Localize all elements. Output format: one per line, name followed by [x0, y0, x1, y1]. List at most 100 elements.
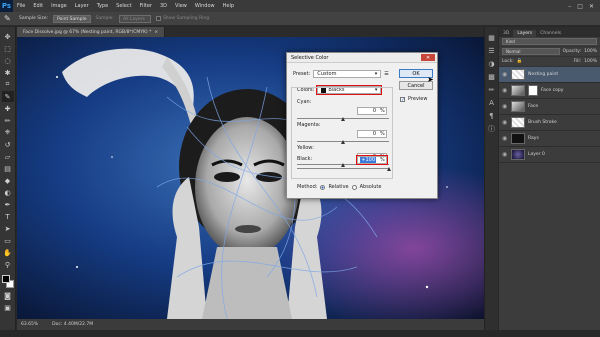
- fill-label: Fill:: [573, 59, 582, 64]
- layer-thumbnail: [511, 69, 525, 80]
- layer-row[interactable]: ◉ Rays: [499, 131, 600, 147]
- tab-layers[interactable]: Layers: [513, 30, 537, 37]
- document-tab[interactable]: Face Dissolve.jpg @ 67% (Nesting paint, …: [17, 27, 166, 37]
- eye-icon[interactable]: ◉: [502, 87, 508, 94]
- layer-kind-filter[interactable]: Kind: [502, 38, 597, 45]
- eye-icon[interactable]: ◉: [502, 151, 508, 158]
- blur-tool-icon[interactable]: ◆: [2, 175, 14, 186]
- history-panel-icon[interactable]: ▦: [487, 33, 497, 43]
- properties-panel-icon[interactable]: ☰: [487, 46, 497, 56]
- screen-mode-icon[interactable]: ▣: [2, 302, 14, 313]
- adjustments-panel-icon[interactable]: ◑: [487, 59, 497, 69]
- quick-select-tool-icon[interactable]: ✱: [2, 67, 14, 78]
- cyan-slider-handle[interactable]: [341, 117, 345, 121]
- quick-mask-icon[interactable]: ◙: [2, 290, 14, 301]
- tab-channels[interactable]: Channels: [536, 30, 565, 37]
- dialog-title: Selective Color: [291, 54, 329, 61]
- crop-tool-icon[interactable]: ⌗: [2, 79, 14, 90]
- character-panel-icon[interactable]: A: [487, 98, 497, 108]
- status-bar: 63.65% Doc: 4.40M/22.7M: [17, 319, 484, 330]
- clone-stamp-tool-icon[interactable]: ⎈: [2, 127, 14, 138]
- relative-radio[interactable]: [320, 184, 326, 190]
- dodge-tool-icon[interactable]: ◐: [2, 187, 14, 198]
- eye-icon[interactable]: ◉: [502, 135, 508, 142]
- healing-brush-tool-icon[interactable]: ✚: [2, 103, 14, 114]
- menu-layer[interactable]: Layer: [71, 3, 93, 9]
- menu-help[interactable]: Help: [219, 3, 238, 9]
- magenta-slider-handle[interactable]: [341, 140, 345, 144]
- type-tool-icon[interactable]: T: [2, 211, 14, 222]
- menu-image[interactable]: Image: [47, 3, 71, 9]
- zoom-tool-icon[interactable]: ⚲: [2, 259, 14, 270]
- pen-tool-icon[interactable]: ✒: [2, 199, 14, 210]
- color-swatches[interactable]: [1, 275, 14, 289]
- swatches-panel-icon[interactable]: ▩: [487, 72, 497, 82]
- document-info[interactable]: Doc: 4.40M/22.7M: [52, 322, 93, 327]
- preset-select[interactable]: Custom ▾: [313, 70, 382, 78]
- preview-checkbox[interactable]: ✓: [400, 96, 405, 102]
- lock-label: Lock:: [502, 59, 514, 64]
- layer-thumbnail: [511, 117, 525, 128]
- yellow-slider-handle[interactable]: [341, 163, 345, 167]
- brush-panel-icon[interactable]: ✏: [487, 85, 497, 95]
- document-title: Face Dissolve.jpg @ 67% (Nesting paint, …: [23, 29, 152, 35]
- layer-row[interactable]: ◉ Nesting paint: [499, 67, 600, 83]
- menu-select[interactable]: Select: [112, 3, 135, 9]
- eyedropper-icon[interactable]: ✎: [4, 14, 14, 24]
- eye-icon[interactable]: ◉: [502, 71, 508, 78]
- layer-row[interactable]: ◉ Brush Stroke: [499, 115, 600, 131]
- eye-icon[interactable]: ◉: [502, 119, 508, 126]
- eye-icon[interactable]: ◉: [502, 103, 508, 110]
- menu-3d[interactable]: 3D: [156, 3, 171, 9]
- fill-value[interactable]: 100%: [584, 59, 597, 64]
- gradient-tool-icon[interactable]: ▤: [2, 163, 14, 174]
- opacity-label: Opacity:: [562, 49, 582, 54]
- document-close-button[interactable]: ×: [154, 30, 158, 35]
- black-value: +100: [360, 157, 376, 163]
- layer-row[interactable]: ◉ Face: [499, 99, 600, 115]
- menu-window[interactable]: Window: [191, 3, 219, 9]
- menu-filter[interactable]: Filter: [136, 3, 156, 9]
- menu-file[interactable]: File: [13, 3, 29, 9]
- preset-row: Preset: Custom ▾ ☰: [293, 70, 389, 78]
- selective-color-dialog: Selective Color ✕ Preset: Custom ▾ ☰ Col…: [286, 52, 438, 199]
- black-slider-track[interactable]: [297, 168, 389, 169]
- minimize-button[interactable]: –: [568, 3, 571, 10]
- shape-tool-icon[interactable]: ▭: [2, 235, 14, 246]
- close-app-button[interactable]: ✕: [589, 3, 594, 10]
- menu-edit[interactable]: Edit: [29, 3, 47, 9]
- eraser-tool-icon[interactable]: ▱: [2, 151, 14, 162]
- paragraph-panel-icon[interactable]: ¶: [487, 111, 497, 121]
- preset-options-icon[interactable]: ☰: [384, 71, 388, 77]
- foreground-color[interactable]: [1, 275, 10, 283]
- hand-tool-icon[interactable]: ✋: [2, 247, 14, 258]
- info-panel-icon[interactable]: ⓘ: [487, 124, 497, 134]
- mouse-cursor-icon: ➤: [427, 75, 434, 84]
- sample-size-select[interactable]: Point Sample: [53, 14, 91, 23]
- lasso-tool-icon[interactable]: ◌: [2, 55, 14, 66]
- history-brush-tool-icon[interactable]: ↺: [2, 139, 14, 150]
- dialog-close-button[interactable]: ✕: [421, 54, 435, 61]
- menu-view[interactable]: View: [171, 3, 191, 9]
- absolute-label: Absolute: [359, 184, 382, 190]
- brush-tool-icon[interactable]: ✏: [2, 115, 14, 126]
- menu-type[interactable]: Type: [93, 3, 112, 9]
- show-sampling-ring-checkbox[interactable]: Show Sampling Ring: [155, 16, 209, 21]
- layer-row[interactable]: ◉ Face copy: [499, 83, 600, 99]
- black-slider-handle[interactable]: [387, 167, 391, 171]
- move-tool-icon[interactable]: ✥: [2, 31, 14, 42]
- maximize-button[interactable]: □: [577, 3, 583, 10]
- path-selection-tool-icon[interactable]: ➤: [2, 223, 14, 234]
- blend-mode-select[interactable]: Normal: [502, 48, 560, 55]
- lock-icon[interactable]: 🔒: [517, 59, 523, 64]
- tab-3d[interactable]: 3D: [499, 30, 513, 37]
- opacity-value[interactable]: 100%: [584, 49, 597, 54]
- absolute-radio[interactable]: [351, 184, 357, 190]
- sample-select[interactable]: All Layers: [118, 14, 151, 23]
- layer-row[interactable]: ◉ Layer 0: [499, 147, 600, 163]
- dialog-title-bar[interactable]: Selective Color ✕: [287, 53, 437, 63]
- eyedropper-tool-icon[interactable]: ✎: [1, 91, 14, 102]
- marquee-tool-icon[interactable]: ⬚: [2, 43, 14, 54]
- zoom-level[interactable]: 63.65%: [21, 322, 38, 327]
- layer-mask-thumbnail[interactable]: [528, 85, 538, 96]
